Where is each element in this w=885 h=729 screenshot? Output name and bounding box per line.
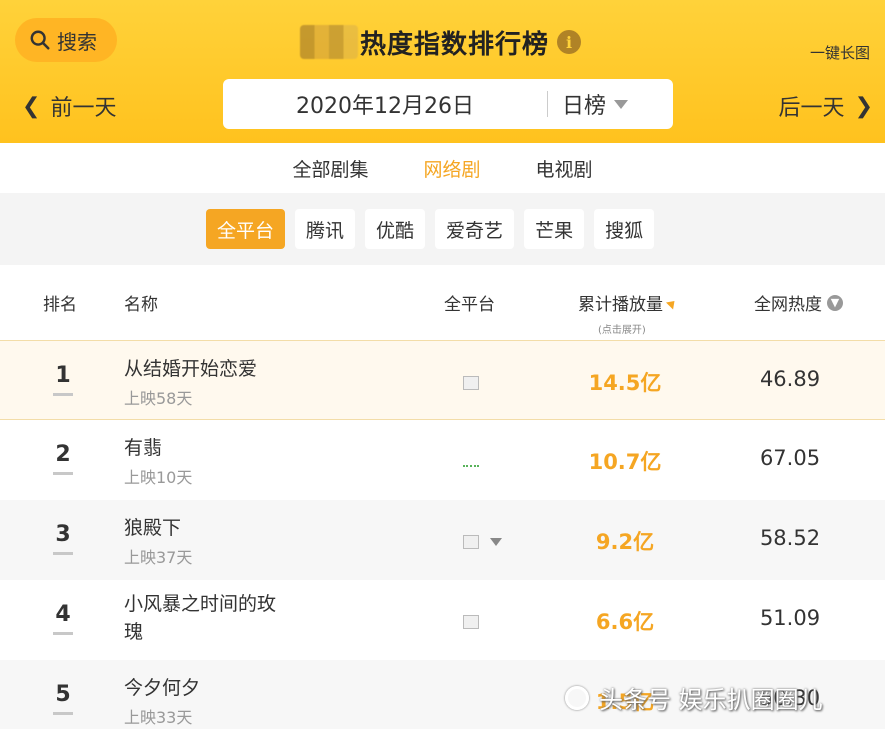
search-button[interactable]: 搜索 (15, 18, 117, 62)
series-name[interactable]: 从结婚开始恋爱 (124, 355, 257, 383)
column-platform[interactable]: 全平台 (444, 290, 495, 315)
platform-logo-icon (463, 535, 479, 549)
table-row[interactable]: 4 小风暴之时间的玫瑰 6.6亿 51.09 (0, 580, 885, 660)
platform-logo-icon (463, 455, 479, 467)
column-heat-label: 全网热度 (754, 295, 822, 315)
next-day-button[interactable]: 后一天 ❯ (779, 90, 873, 122)
column-play-count-hint[interactable]: (点击展开) (598, 321, 646, 336)
rank-number: 2 (55, 442, 71, 467)
search-icon (30, 30, 50, 50)
table-row[interactable]: 1 从结婚开始恋爱 上映58天 14.5亿 46.89 (0, 340, 885, 420)
column-play-count-label: 累计播放量 (578, 295, 663, 315)
category-tabs: 全部剧集 网络剧 电视剧 (0, 143, 885, 193)
sort-indicator-icon (665, 297, 679, 310)
heat-value: 58.52 (759, 526, 821, 550)
rank-number: 3 (55, 522, 71, 547)
platform-filter: 全平台 腾讯 优酷 爱奇艺 芒果 搜狐 (0, 193, 885, 265)
info-icon[interactable]: i (557, 30, 582, 54)
rank-underline (53, 393, 73, 396)
table-header: 排名 名称 全平台 累计播放量 (点击展开) 全网热度 ▼ (0, 265, 885, 340)
title-wrap: 热度指数排行榜 i (300, 22, 582, 62)
prev-day-label: 前一天 (50, 96, 117, 121)
days-on-air: 上映58天 (124, 389, 193, 408)
days-on-air: 上映10天 (124, 468, 193, 487)
series-name[interactable]: 小风暴之时间的玫瑰 (124, 590, 284, 646)
search-label: 搜索 (57, 29, 97, 54)
days-on-air: 上映33天 (124, 708, 193, 727)
heat-value: 46.89 (759, 367, 821, 391)
rank-underline (53, 552, 73, 555)
platform-logo-icon (463, 376, 479, 390)
page-title: 热度指数排行榜 (360, 29, 550, 60)
days-on-air: 上映37天 (124, 548, 193, 567)
caret-down-icon (614, 99, 629, 109)
heat-value: 51.09 (759, 606, 821, 630)
table-row[interactable]: 2 有翡 上映10天 10.7亿 67.05 (0, 420, 885, 500)
column-heat[interactable]: 全网热度 ▼ (754, 290, 843, 315)
date-text[interactable]: 2020年12月26日 (223, 88, 547, 120)
date-selector[interactable]: 2020年12月26日 日榜 (223, 79, 673, 129)
series-name[interactable]: 有翡 (124, 434, 162, 462)
period-label: 日榜 (562, 94, 607, 119)
pixelated-logo (300, 25, 358, 59)
play-count: 14.5亿 (588, 371, 662, 395)
series-name[interactable]: 今夕何夕 (124, 674, 200, 702)
rank-underline (53, 712, 73, 715)
platform-chip-all[interactable]: 全平台 (206, 209, 286, 249)
expand-platforms-icon[interactable] (490, 538, 502, 546)
platform-logo-icon (463, 615, 479, 629)
chevron-right-icon: ❯ (854, 93, 873, 119)
period-dropdown[interactable]: 日榜 (548, 88, 629, 120)
play-count: 10.7亿 (588, 450, 662, 474)
platform-chip-mango[interactable]: 芒果 (524, 209, 585, 249)
series-name[interactable]: 狼殿下 (124, 514, 181, 542)
play-count: 6.6亿 (595, 610, 655, 634)
platform-chip-sohu[interactable]: 搜狐 (594, 209, 655, 249)
next-day-label: 后一天 (778, 96, 845, 121)
prev-day-button[interactable]: ❮ 前一天 (22, 90, 116, 122)
rank-underline (53, 472, 73, 475)
platform-chip-iqiyi[interactable]: 爱奇艺 (435, 209, 515, 249)
platform-chip-youku[interactable]: 优酷 (365, 209, 426, 249)
sort-down-icon: ▼ (827, 294, 843, 311)
rank-number: 5 (55, 682, 71, 707)
header: 搜索 热度指数排行榜 i 一键长图 ❮ 前一天 2020年12月26日 日榜 后… (0, 0, 885, 143)
tab-web-series[interactable]: 网络剧 (423, 155, 480, 182)
rank-number: 4 (55, 602, 71, 627)
ranking-list: 1 从结婚开始恋爱 上映58天 14.5亿 46.89 2 有翡 上映10天 1… (0, 340, 885, 729)
column-name: 名称 (124, 295, 158, 315)
tab-tv-series[interactable]: 电视剧 (536, 155, 593, 182)
column-rank: 排名 (43, 295, 77, 315)
platform-chip-tencent[interactable]: 腾讯 (295, 209, 356, 249)
column-play-count[interactable]: 累计播放量 (578, 290, 679, 315)
rank-number: 1 (55, 363, 71, 388)
chevron-left-icon: ❮ (22, 93, 41, 119)
watermark-logo-icon (565, 685, 589, 710)
watermark-text: 头条号 娱乐扒圈圈儿 (599, 686, 823, 714)
heat-value: 67.05 (759, 446, 821, 470)
play-count: 9.2亿 (595, 530, 655, 554)
watermark: 头条号 娱乐扒圈圈儿 (565, 680, 823, 715)
longshot-button[interactable]: 一键长图 (810, 42, 870, 63)
tab-all-series[interactable]: 全部剧集 (292, 155, 368, 182)
rank-underline (53, 632, 73, 635)
table-row[interactable]: 3 狼殿下 上映37天 9.2亿 58.52 (0, 500, 885, 580)
